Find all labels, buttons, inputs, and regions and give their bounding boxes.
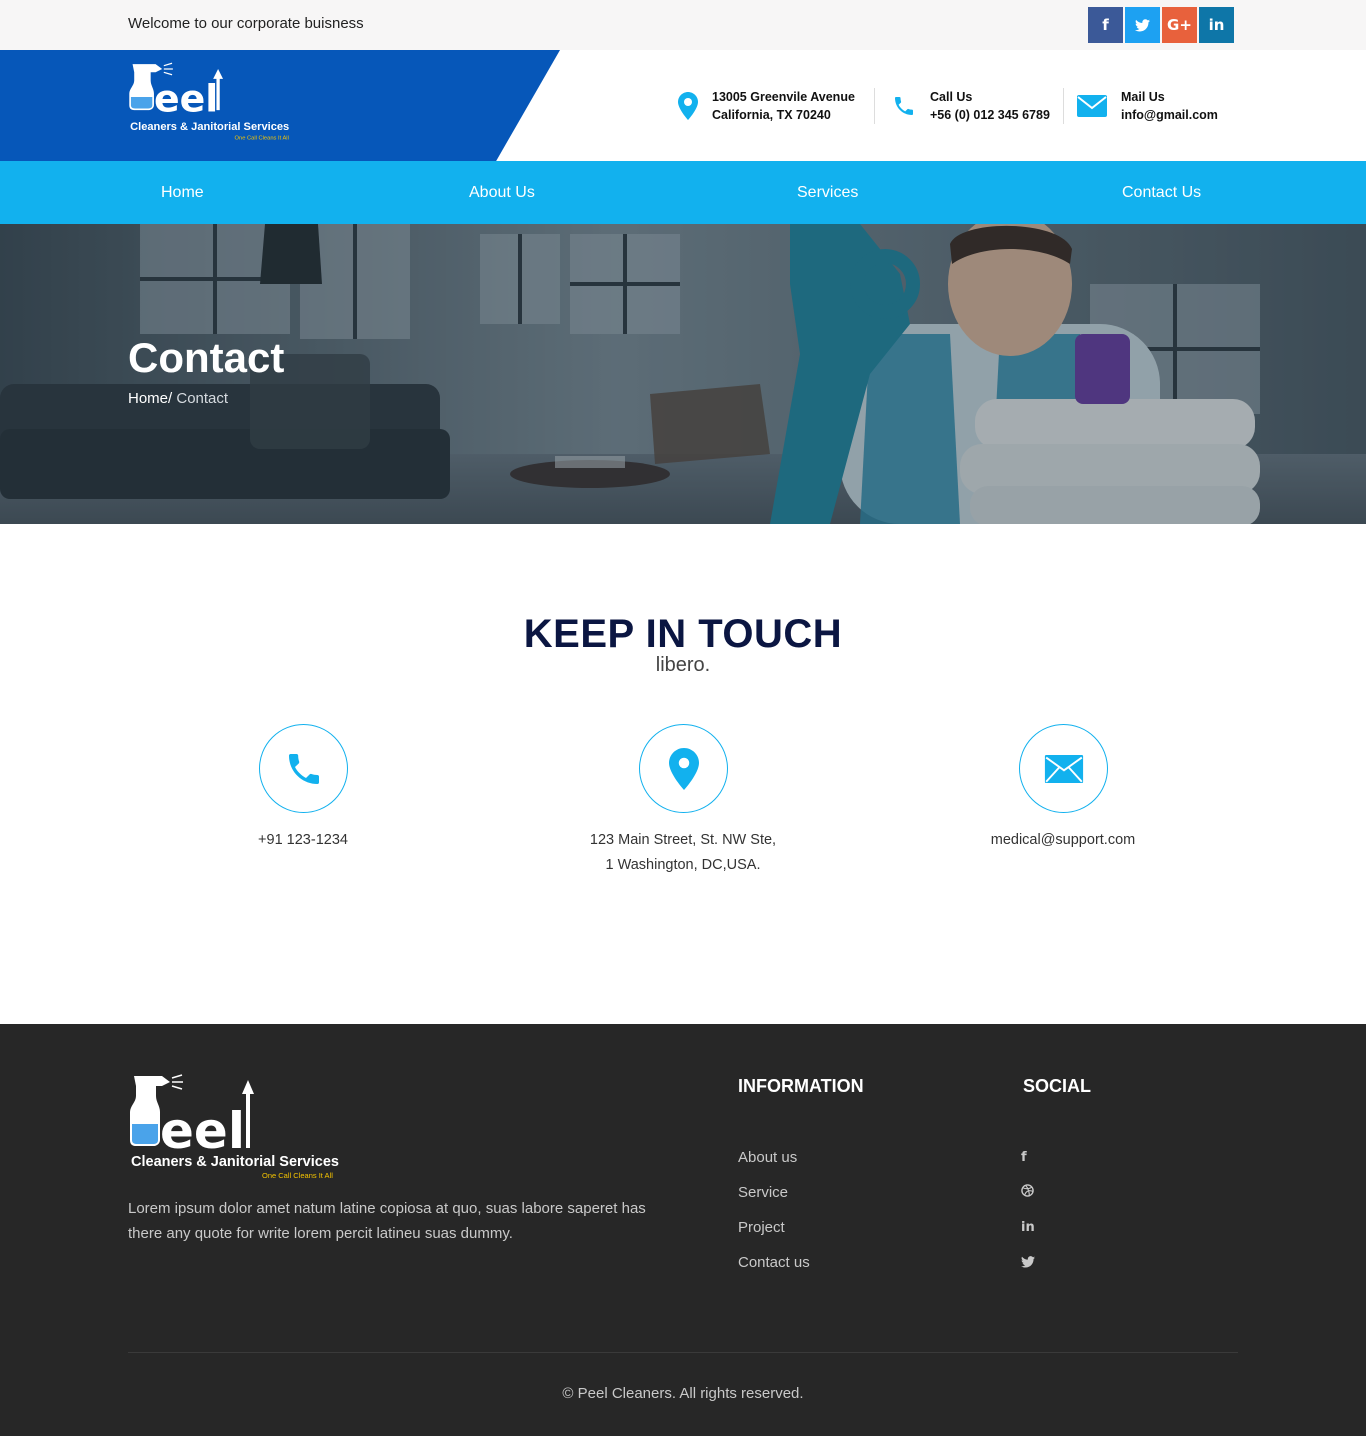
header-address-line1: 13005 Greenvile Avenue (712, 90, 855, 104)
linkedin-icon[interactable]: in (1021, 1220, 1035, 1235)
envelope-icon (1077, 95, 1107, 117)
header-mail-address[interactable]: info@gmail.com (1121, 106, 1218, 124)
contact-address: 123 Main Street, St. NW Ste, 1 Washingto… (553, 828, 813, 878)
logo-slogan: One Call Cleans It All (235, 136, 289, 142)
page-hero: Contact Home/ Contact (0, 224, 1366, 524)
breadcrumb: Home/ Contact (128, 390, 228, 407)
footer-link-contact[interactable]: Contact us (738, 1254, 810, 1271)
header-divider (1063, 88, 1064, 124)
contact-email-badge (1019, 724, 1108, 813)
footer-description: Lorem ipsum dolor amet natum latine copi… (128, 1200, 646, 1242)
breadcrumb-home[interactable]: Home/ (128, 390, 172, 407)
footer-divider (128, 1352, 1238, 1353)
twitter-icon[interactable] (1125, 7, 1160, 43)
top-social-links: f G+ in (1088, 7, 1236, 43)
logo-slogan: One Call Cleans It All (262, 1171, 333, 1180)
contact-email[interactable]: medical@support.com (943, 828, 1183, 853)
twitter-icon[interactable] (1021, 1256, 1035, 1272)
header-address: 13005 Greenvile Avenue California, TX 70… (678, 88, 855, 124)
header-mail-label: Mail Us (1121, 90, 1165, 104)
phone-icon (895, 97, 913, 115)
logo-tagline: Cleaners & Janitorial Services (131, 1154, 339, 1170)
page-title: Contact (128, 334, 285, 381)
contact-phone-badge (259, 724, 348, 813)
logo-wordmark: eel (154, 77, 218, 121)
top-bar: Welcome to our corporate buisness f G+ i… (0, 0, 1366, 50)
envelope-icon (1044, 754, 1083, 783)
nav-home[interactable]: Home (161, 184, 204, 202)
contact-address-line1: 123 Main Street, St. NW Ste, (589, 832, 777, 848)
brand-logo[interactable]: eel Cleaners & Janitorial Services One C… (126, 60, 311, 152)
welcome-text: Welcome to our corporate buisness (128, 15, 364, 32)
contact-phone-number[interactable]: +91 123-1234 (203, 828, 403, 853)
footer-link-about[interactable]: About us (738, 1149, 797, 1166)
header-phone-number[interactable]: +56 (0) 012 345 6789 (930, 106, 1050, 124)
logo-tagline: Cleaners & Janitorial Services (130, 121, 289, 133)
breadcrumb-current: Contact (172, 390, 229, 407)
nav-contact-us[interactable]: Contact Us (1122, 184, 1201, 202)
header-phone: Call Us +56 (0) 012 345 6789 (892, 88, 1050, 124)
contact-address-line2: 1 Washington, DC,USA. (605, 857, 761, 873)
location-pin-icon (678, 92, 698, 120)
footer-link-project[interactable]: Project (738, 1219, 785, 1236)
linkedin-icon[interactable]: in (1199, 7, 1234, 43)
header-divider (874, 88, 875, 124)
footer-link-service[interactable]: Service (738, 1184, 788, 1201)
contact-address-badge (639, 724, 728, 813)
google-plus-icon[interactable]: G+ (1162, 7, 1197, 43)
location-pin-icon (668, 747, 699, 790)
logo-wordmark: eel (160, 1102, 245, 1160)
footer-logo[interactable]: eel Cleaners & Janitorial Services One C… (126, 1072, 351, 1182)
footer-social-title: SOCIAL (1023, 1076, 1092, 1096)
copyright: © Peel Cleaners. All rights reserved. (562, 1385, 804, 1402)
facebook-icon[interactable]: f (1088, 7, 1123, 43)
nav-services[interactable]: Services (797, 184, 858, 202)
footer-information-title: INFORMATION (738, 1076, 864, 1096)
main-nav: Home About Us Services Contact Us (0, 161, 1366, 224)
header-phone-label: Call Us (930, 90, 973, 104)
section-subtitle: libero. (655, 654, 711, 676)
dribbble-icon[interactable] (1021, 1184, 1034, 1201)
header-mail: Mail Us info@gmail.com (1077, 88, 1218, 124)
nav-about-us[interactable]: About Us (469, 184, 535, 202)
header-address-line2: California, TX 70240 (712, 108, 831, 122)
phone-icon (288, 753, 319, 784)
facebook-icon[interactable]: f (1021, 1150, 1027, 1165)
section-title: KEEP IN TOUCH (523, 612, 843, 656)
